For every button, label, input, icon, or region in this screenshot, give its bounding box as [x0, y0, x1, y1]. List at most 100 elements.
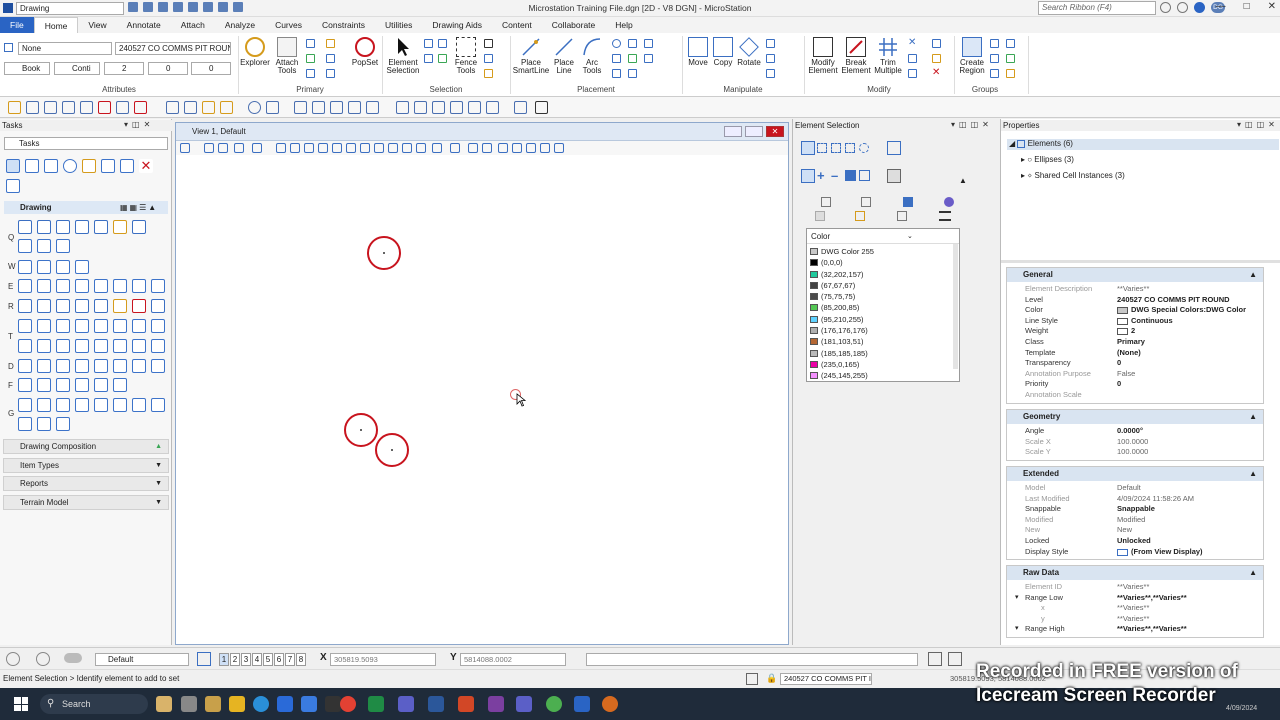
- drawing-tool-icon[interactable]: [94, 299, 108, 313]
- type-tab-icon[interactable]: [855, 211, 865, 221]
- scale-tool-icon[interactable]: [120, 159, 134, 173]
- property-row[interactable]: Color DWG Special Colors:DWG Color: [1007, 305, 1263, 316]
- select-all-icon[interactable]: [424, 39, 433, 48]
- drawing-tool-icon[interactable]: [94, 398, 108, 412]
- drawing-tool-icon[interactable]: [37, 378, 51, 392]
- individual-method-icon[interactable]: [801, 141, 815, 155]
- x-coordinate-field[interactable]: 305819.5093: [330, 653, 436, 666]
- place-line-button[interactable]: Place Line: [550, 37, 578, 75]
- view-tool-icon[interactable]: [554, 143, 564, 153]
- close-icon[interactable]: ✕: [1268, 1, 1276, 12]
- shape-method-icon[interactable]: [831, 143, 841, 153]
- drawing-tool-icon[interactable]: [37, 359, 51, 373]
- ungroup-icon[interactable]: [990, 54, 999, 63]
- fence-tool-icon[interactable]: [44, 159, 58, 173]
- drawing-tool-icon[interactable]: [37, 279, 51, 293]
- arc-tools-button[interactable]: Arc Tools: [578, 37, 606, 75]
- curve-icon[interactable]: [612, 69, 621, 78]
- tab-utilities[interactable]: Utilities: [375, 17, 422, 33]
- toolbar-icon-16[interactable]: [312, 101, 325, 114]
- modify-element-button[interactable]: Modify Element: [806, 37, 840, 75]
- drawing-tool-icon[interactable]: [18, 260, 32, 274]
- select-none-icon[interactable]: [438, 39, 447, 48]
- drawing-tool-icon[interactable]: [56, 339, 70, 353]
- drawing-tool-icon[interactable]: [37, 319, 51, 333]
- models-icon[interactable]: [306, 69, 315, 78]
- property-row[interactable]: Annotation Scale: [1007, 390, 1263, 401]
- drawing-tool-icon[interactable]: [18, 279, 32, 293]
- drawing-tool-icon[interactable]: [151, 299, 165, 313]
- app-icon-3[interactable]: [205, 696, 221, 712]
- element-selection-button[interactable]: Element Selection: [386, 37, 420, 75]
- recorder-icon[interactable]: [602, 696, 618, 712]
- view-minimize-icon[interactable]: [724, 126, 742, 137]
- toolbar-icon-4[interactable]: [62, 101, 75, 114]
- level-display-icon[interactable]: [306, 39, 315, 48]
- toolbar-icon-8[interactable]: [134, 101, 147, 114]
- app-icon-2[interactable]: [181, 696, 197, 712]
- view-groups-icon[interactable]: [197, 652, 211, 666]
- view-number-button[interactable]: 8: [296, 653, 306, 666]
- tab-content[interactable]: Content: [492, 17, 542, 33]
- select-level-icon[interactable]: [424, 54, 433, 63]
- named-group-icon[interactable]: [1006, 39, 1015, 48]
- toolbar-icon-20[interactable]: [396, 101, 409, 114]
- extend-icon[interactable]: ✕: [908, 38, 917, 48]
- help-icon[interactable]: [1160, 2, 1171, 13]
- view-tool-icon[interactable]: [332, 143, 342, 153]
- drawing-tool-icon[interactable]: [56, 417, 70, 431]
- property-row[interactable]: Angle 0.0000°: [1007, 426, 1263, 437]
- collapse-icon[interactable]: ▲: [959, 176, 967, 185]
- copy-button[interactable]: Copy: [711, 37, 735, 67]
- color-list-item[interactable]: (181,103,51): [807, 336, 959, 347]
- place-smartline-button[interactable]: Place SmartLine: [512, 37, 550, 75]
- tab-attach[interactable]: Attach: [171, 17, 215, 33]
- property-row[interactable]: Model Default: [1007, 483, 1263, 494]
- property-group-header[interactable]: Extended ▲: [1007, 467, 1263, 481]
- fillet-icon[interactable]: [908, 54, 917, 63]
- file-explorer-icon[interactable]: [229, 696, 245, 712]
- drawing-tool-icon[interactable]: [132, 359, 146, 373]
- view-tool-icon[interactable]: [450, 143, 460, 153]
- collapse-icon[interactable]: ▲: [1249, 268, 1257, 282]
- section-terrain-model[interactable]: Terrain Model ▼: [3, 495, 169, 510]
- tab-help[interactable]: Help: [605, 17, 642, 33]
- view-tool-icon[interactable]: [498, 143, 508, 153]
- line-weight-tab-icon[interactable]: [939, 211, 951, 221]
- tab-home[interactable]: Home: [33, 17, 79, 33]
- select-box-tool-icon[interactable]: [25, 159, 39, 173]
- onenote-icon[interactable]: [488, 696, 504, 712]
- pencil-icon[interactable]: [326, 39, 335, 48]
- property-row[interactable]: Scale Y 100.0000: [1007, 447, 1263, 458]
- property-row[interactable]: ▾ Range Low **Varies**,**Varies**: [1007, 593, 1263, 604]
- transparency-select[interactable]: 0: [148, 62, 188, 75]
- drawing-tool-icon[interactable]: [113, 339, 127, 353]
- measure-tool-icon[interactable]: [6, 179, 20, 193]
- trim-multiple-button[interactable]: Trim Multiple: [872, 37, 904, 75]
- property-row[interactable]: x **Varies**: [1007, 603, 1263, 614]
- color-list-item[interactable]: (67,67,67): [807, 280, 959, 291]
- cut-icon[interactable]: [484, 39, 493, 48]
- toolbar-icon-15[interactable]: [294, 101, 307, 114]
- properties-controls[interactable]: ▾◫◫✕: [1237, 120, 1279, 129]
- tree-root[interactable]: ◢ Elements (6): [1007, 139, 1279, 150]
- drawing-tool-icon[interactable]: [94, 319, 108, 333]
- toolbar-icon-21[interactable]: [414, 101, 427, 114]
- view-tool-icon[interactable]: [276, 143, 286, 153]
- color-filter-list[interactable]: Color ⌄ DWG Color 255 (0,0,0) (32,202,157)…: [806, 228, 960, 382]
- drawing-tool-icon[interactable]: [75, 260, 89, 274]
- drawing-tool-icon[interactable]: [151, 359, 165, 373]
- drawing-tool-icon[interactable]: [18, 417, 32, 431]
- toolbar-icon-12[interactable]: [220, 101, 233, 114]
- color-list-item[interactable]: (95,210,255): [807, 314, 959, 325]
- tree-ellipses[interactable]: ▸ ○ Ellipses (3): [1021, 155, 1074, 164]
- drawing-tool-icon[interactable]: [75, 279, 89, 293]
- class-tab-icon[interactable]: [815, 211, 825, 221]
- place-point-icon[interactable]: [644, 39, 653, 48]
- drawing-tool-icon[interactable]: [94, 359, 108, 373]
- drawing-tool-icon[interactable]: [18, 398, 32, 412]
- drawing-tool-icon[interactable]: [18, 359, 32, 373]
- tasks-icon[interactable]: [326, 54, 335, 63]
- invert-mode-icon[interactable]: [845, 170, 856, 181]
- mirror-icon[interactable]: [766, 54, 775, 63]
